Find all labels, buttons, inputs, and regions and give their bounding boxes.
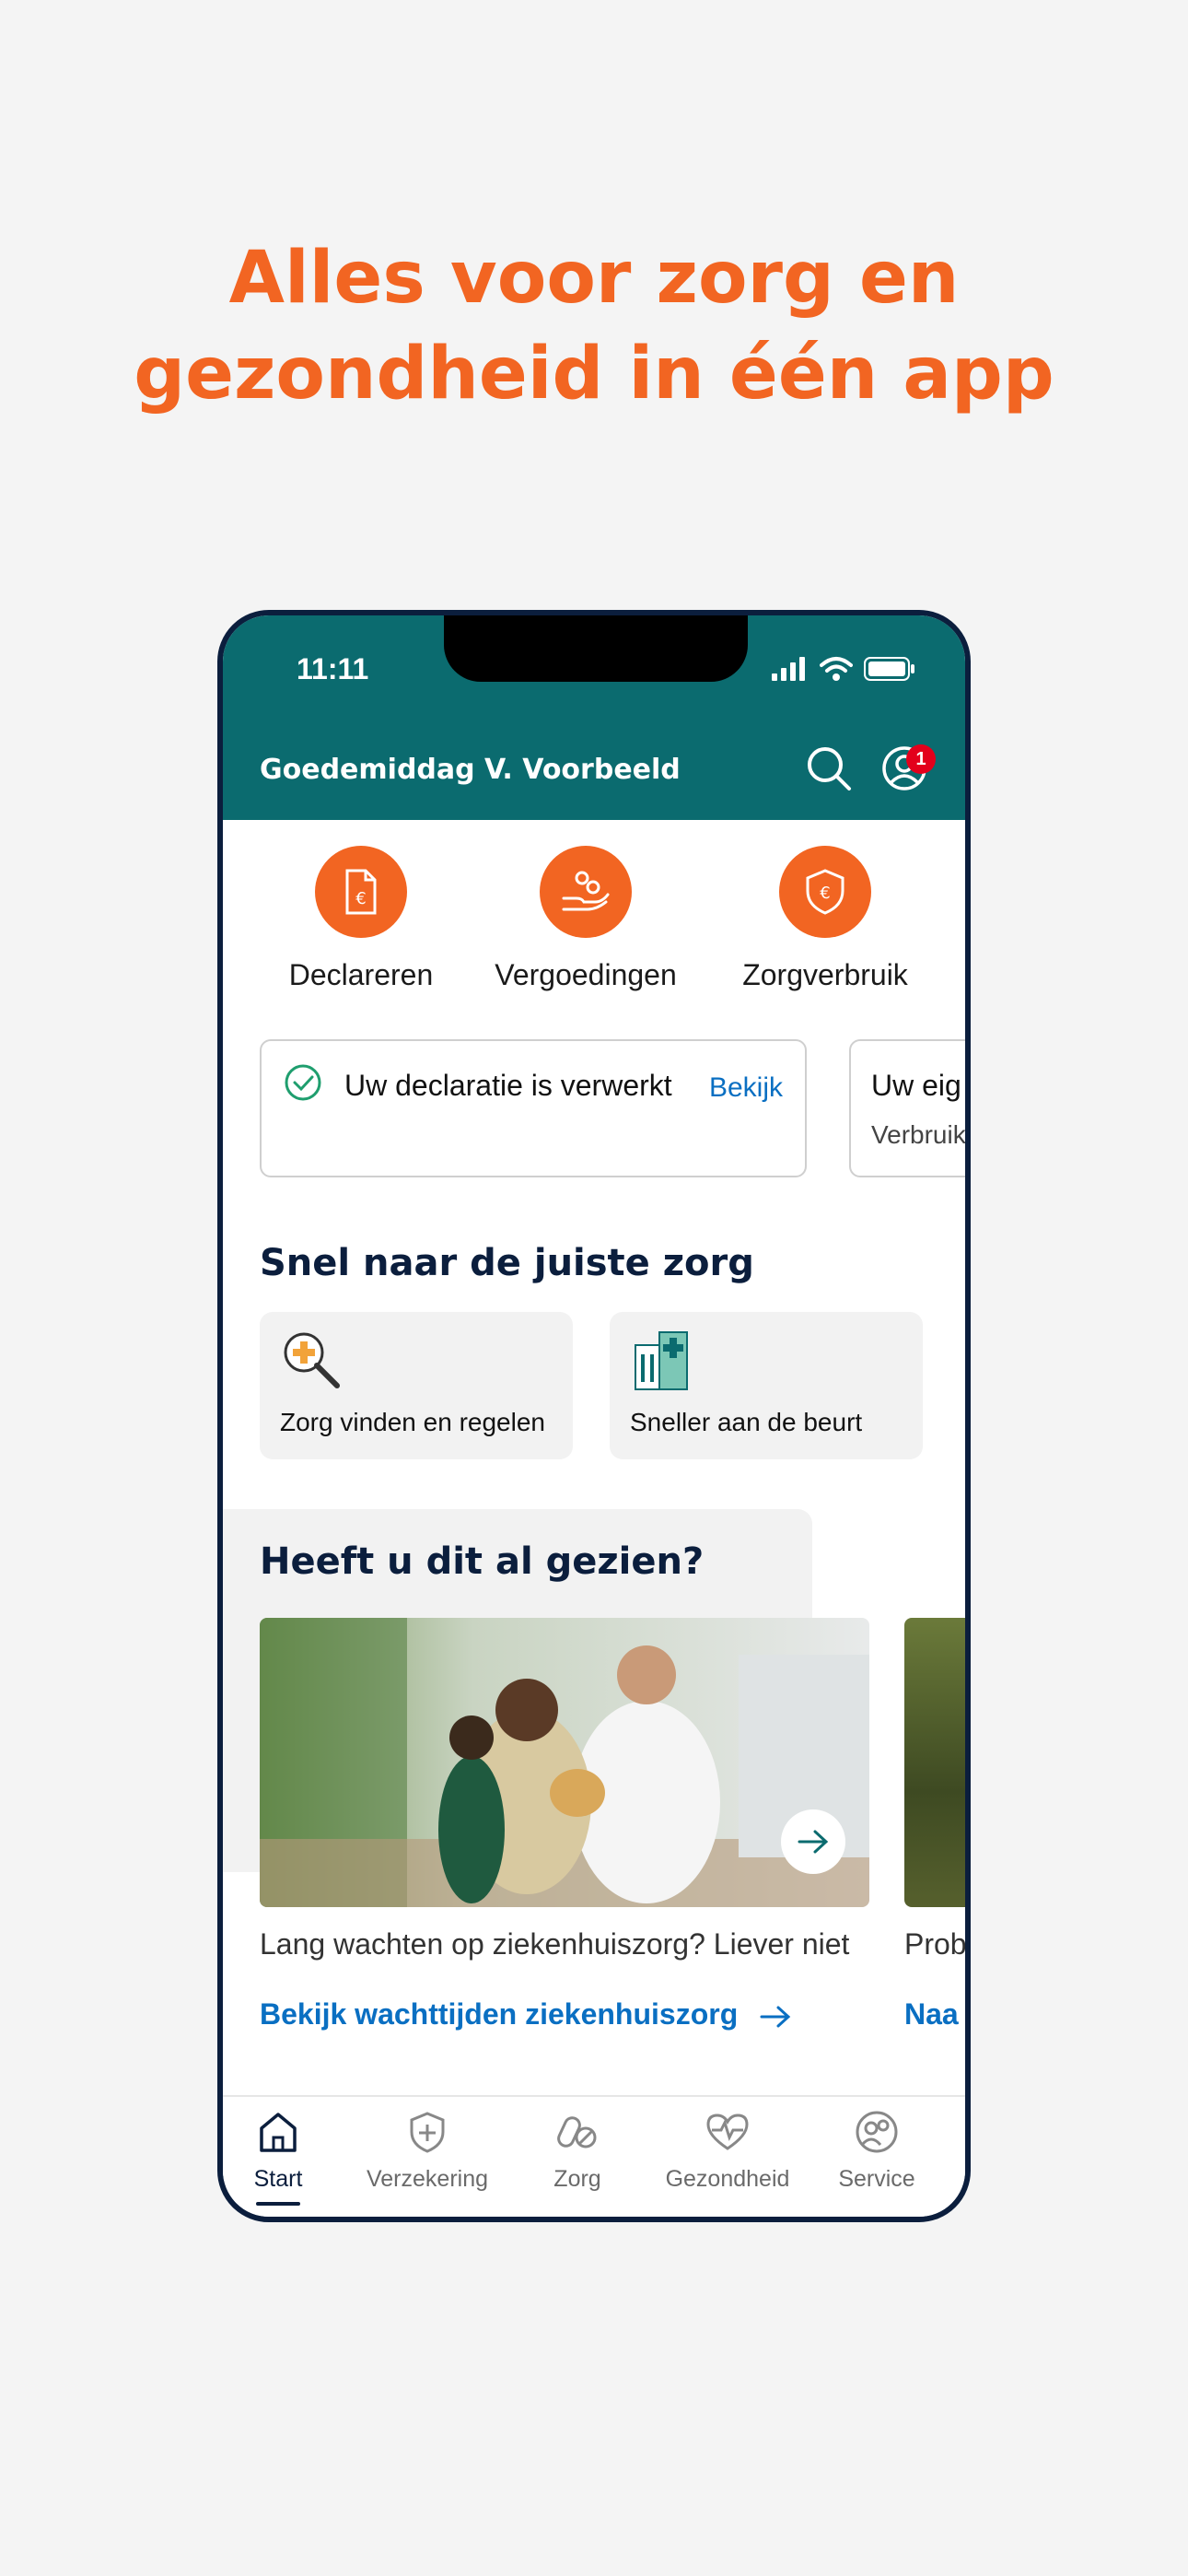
bottom-navigation: Start Verzekering Zorg Gezondheid Servic… [223,2095,965,2217]
nav-label: Zorg [553,2166,601,2192]
quick-action-label: Declareren [288,958,434,991]
phone-notch [444,615,748,682]
story-text: Lang wachten op ziekenhuiszorg? Liever n… [260,1927,850,1961]
nav-label: Start [253,2166,303,2192]
status-icons [772,656,915,682]
notification-subtext: Verbruik [871,1120,966,1149]
tile-zorg-vinden[interactable]: Zorg vinden en regelen [260,1312,573,1459]
notification-text: Uw eig [871,1069,961,1102]
wifi-icon [820,657,853,681]
svg-text:€: € [355,889,366,908]
story-next-button[interactable] [781,1809,845,1874]
greeting: Goedemiddag V. Voorbeeld [260,754,681,786]
hand-coins-icon [540,846,632,938]
quick-action-label: Vergoedingen [495,958,677,991]
check-circle-icon [285,1064,321,1101]
promo-headline: Alles voor zorg en gezondheid in één app [0,230,1188,422]
arrow-right-icon [798,1830,829,1854]
quick-action-label: Zorgverbruik [742,958,908,991]
tile-sneller-aan-de-beurt[interactable]: Sneller aan de beurt [610,1312,923,1459]
notification-card-declaratie[interactable]: Uw declaratie is verwerkt Bekijk [260,1039,807,1177]
notification-link[interactable]: Bekijk [709,1072,783,1104]
nav-label: Verzekering [366,2166,489,2192]
story-link-second[interactable]: Naa [904,1997,959,2032]
shield-euro-icon: € [779,846,871,938]
nav-gezondheid[interactable]: Gezondheid [654,2110,801,2193]
nav-verzekering[interactable]: Verzekering [354,2110,501,2193]
pills-icon [557,2116,597,2149]
nav-zorg[interactable]: Zorg [504,2110,651,2193]
home-icon [260,2113,297,2152]
story-photo-second[interactable] [904,1618,965,1907]
notification-badge: 1 [906,744,936,774]
status-time: 11:11 [297,652,369,685]
active-indicator [256,2202,300,2206]
story-photo-hospital[interactable] [260,1618,869,1907]
headline-line-2: gezondheid in één app [134,333,1054,416]
people-icon [856,2111,898,2153]
arrow-right-icon [760,2006,791,2028]
phone-frame: 11:11 Goedemiddag V. Voorbeeld 1 € Decla… [217,610,971,2222]
story-link-label: Bekijk wachttijden ziekenhuiszorg [260,1997,739,2031]
shield-plus-icon [410,2112,445,2153]
story-text-second: Prob [904,1927,967,1961]
nav-start[interactable]: Start [223,2110,352,2206]
quick-action-vergoedingen[interactable]: Vergoedingen [475,846,696,992]
quick-action-declareren[interactable]: € Declareren [250,846,472,992]
quick-care-title: Snel naar de juiste zorg [260,1242,754,1284]
hospital-icon [635,1331,688,1390]
tile-label: Sneller aan de beurt [630,1408,863,1436]
seen-title: Heeft u dit al gezien? [260,1540,705,1583]
notification-card-eigen-risico[interactable]: Uw eig Verbruik [849,1039,966,1177]
magnifier-plus-icon [284,1332,340,1388]
signal-icon [772,657,805,681]
heart-pulse-icon [706,2113,749,2150]
battery-icon [864,657,914,681]
headline-line-1: Alles voor zorg en [228,237,960,320]
notification-text: Uw declaratie is verwerkt [344,1069,672,1102]
search-icon[interactable] [805,744,853,792]
nav-service[interactable]: Service [803,2110,950,2193]
story-link[interactable]: Bekijk wachttijden ziekenhuiszorg [260,1997,792,2032]
nav-label: Gezondheid [665,2166,790,2192]
svg-text:€: € [820,884,830,903]
receipt-euro-icon: € [315,846,407,938]
nav-label: Service [838,2166,915,2192]
quick-action-zorgverbruik[interactable]: € Zorgverbruik [715,846,936,992]
tile-label: Zorg vinden en regelen [280,1408,545,1436]
